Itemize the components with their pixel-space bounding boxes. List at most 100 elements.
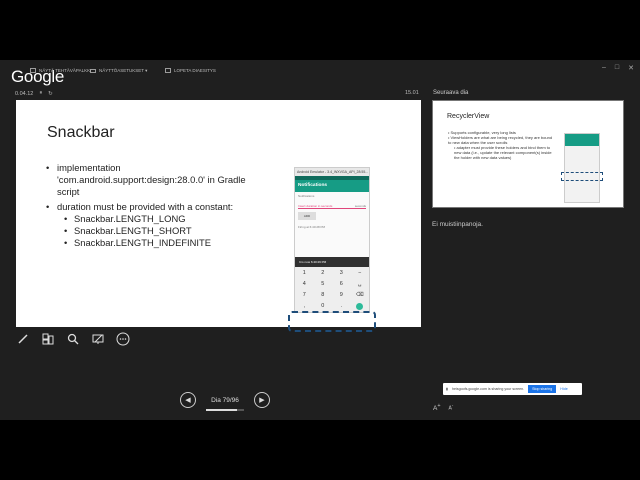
- timer-row: 0.04.12 ⏸ ↻: [15, 90, 53, 97]
- sharing-icon: ▮: [446, 387, 448, 391]
- display-tools-label: NÄYTTÖASETUKSET ▾: [99, 68, 148, 73]
- sub-bullet: • Snackbar.LENGTH_LONG: [64, 213, 266, 225]
- key: 4: [302, 280, 306, 287]
- presenter-tools: [16, 332, 130, 346]
- previous-slide-button[interactable]: ◀: [180, 392, 196, 408]
- next-sub-bullet: • adapter must provide these holders and…: [454, 145, 552, 160]
- show-taskbar-button[interactable]: NÄYTÄ TEHTÄVÄPALKKI: [30, 68, 91, 73]
- display-tools-button[interactable]: NÄYTTÖASETUKSET ▾: [90, 68, 147, 74]
- taskbar-icon: [30, 68, 36, 73]
- key: 6: [339, 280, 343, 287]
- sub-bullet: • Snackbar.LENGTH_SHORT: [64, 225, 266, 237]
- key: 1: [302, 269, 306, 276]
- bullet: • duration must be provided with a consta…: [46, 201, 266, 213]
- key: 5: [321, 280, 325, 287]
- next-highlight-box: [561, 172, 603, 181]
- key: 3: [339, 269, 343, 276]
- key: 2: [321, 269, 325, 276]
- next-slide-button[interactable]: ▶: [254, 392, 270, 408]
- end-slideshow-button[interactable]: LOPETA DIAESITYS: [165, 68, 216, 73]
- add-button: ADD: [298, 212, 316, 220]
- hide-button[interactable]: Hide: [560, 387, 567, 391]
- key: 7: [302, 291, 306, 298]
- key: .: [340, 303, 343, 309]
- maximize-icon[interactable]: □: [615, 64, 619, 72]
- sharing-text: heisgoofs.google.com is sharing your scr…: [451, 387, 525, 391]
- bullet-dot: •: [64, 237, 68, 248]
- key: ␣: [358, 280, 362, 287]
- next-bullet: • ViewHolders are what are being recycle…: [448, 135, 553, 145]
- magnifier-icon: [67, 333, 79, 345]
- next-slide-phone: [564, 133, 600, 203]
- key: 8: [321, 291, 325, 298]
- snackbar: It is now 6:40:29 PM: [295, 257, 369, 267]
- app-bar: Notifications: [295, 180, 369, 192]
- more-icon: [116, 332, 130, 346]
- phone-label: Notifications: [298, 194, 315, 198]
- end-slideshow-label: LOPETA DIAESITYS: [174, 68, 216, 73]
- clock: 15.01: [405, 90, 419, 96]
- screen-icon: [92, 334, 104, 344]
- next-slide-title: RecyclerView: [447, 113, 490, 120]
- minimize-icon[interactable]: –: [602, 64, 606, 72]
- zoom-tool[interactable]: [66, 332, 80, 346]
- sub-bullet-text: Snackbar.LENGTH_INDEFINITE: [74, 237, 212, 248]
- arrow-left-icon: ◀: [185, 397, 191, 404]
- speaker-notes: Ei muistiinpanoja.: [432, 221, 483, 228]
- bullet-dot: •: [46, 162, 50, 173]
- pen-tool[interactable]: [16, 332, 30, 346]
- slide-title: Snackbar: [47, 124, 115, 141]
- page-number: Dia 79/96: [211, 396, 239, 404]
- bullet-dot: •: [64, 213, 68, 224]
- pen-icon: [18, 334, 28, 344]
- next-slide-text: • Supports configurable, very long lists…: [448, 130, 556, 160]
- decrease-font-button[interactable]: A-: [449, 403, 454, 412]
- screen: Google NÄYTÄ TEHTÄVÄPALKKI NÄYTTÖASETUKS…: [0, 0, 640, 480]
- stop-sharing-button[interactable]: Stop sharing: [528, 385, 557, 393]
- emulator-screenshot: Android Emulator - 3.4_WXVGA_API_28:55..…: [294, 167, 370, 313]
- elapsed-time: 0.04.12: [15, 90, 34, 97]
- pause-icon[interactable]: ⏸: [39, 90, 42, 97]
- top-toolbar: Google NÄYTÄ TEHTÄVÄPALKKI NÄYTTÖASETUKS…: [0, 60, 640, 86]
- key: 0: [321, 303, 325, 309]
- display-icon: [90, 68, 96, 73]
- reset-icon[interactable]: ↻: [48, 91, 53, 97]
- slide-navigation: ◀ Dia 79/96 ▶: [180, 392, 270, 411]
- arrow-right-icon: ▶: [259, 397, 265, 404]
- bullet-text: implementation 'com.android.support:desi…: [57, 162, 246, 197]
- duration-input: Insert duration in seconds seconds: [298, 202, 366, 209]
- increase-font-button[interactable]: A+: [433, 403, 441, 412]
- more-options-tool[interactable]: [116, 332, 130, 346]
- timing-text: Firing at 6:40:28 PM: [298, 225, 326, 229]
- next-sub-bullet-text: adapter must provide these holders and b…: [454, 145, 552, 160]
- slides-overview-tool[interactable]: [41, 332, 55, 346]
- show-taskbar-label: NÄYTÄ TEHTÄVÄPALKKI: [39, 68, 92, 73]
- sub-bullet-text: Snackbar.LENGTH_LONG: [74, 213, 186, 224]
- highlight-box: [288, 311, 376, 332]
- font-size-controls: A+ A-: [433, 403, 453, 412]
- page-indicator[interactable]: Dia 79/96: [202, 396, 248, 411]
- key: ,: [303, 303, 306, 309]
- input-placeholder: Insert duration in seconds: [298, 204, 333, 208]
- next-slide-label: Seuraava dia: [433, 90, 469, 96]
- window-controls: – □ ✕: [602, 64, 634, 72]
- bullet-dot: •: [64, 225, 68, 236]
- fab-icon: [356, 302, 364, 310]
- slide-bullets: • implementation 'com.android.support:des…: [46, 162, 266, 249]
- emulator-title: Android Emulator - 3.4_WXVGA_API_28:55..…: [295, 168, 369, 176]
- bullet: • implementation 'com.android.support:des…: [46, 162, 266, 198]
- exit-icon: [165, 68, 171, 73]
- sub-bullet: • Snackbar.LENGTH_INDEFINITE: [64, 237, 266, 249]
- grid-icon: [42, 333, 54, 345]
- key: 9: [339, 291, 343, 298]
- sub-bullet-text: Snackbar.LENGTH_SHORT: [74, 225, 192, 236]
- bullet-dot: •: [46, 201, 50, 212]
- black-screen-tool[interactable]: [91, 332, 105, 346]
- bullet-text: duration must be provided with a constan…: [57, 201, 234, 212]
- current-slide: Snackbar • implementation 'com.android.su…: [16, 100, 421, 332]
- next-slide-preview[interactable]: RecyclerView • Supports configurable, ve…: [432, 100, 624, 208]
- presenter-view: Google NÄYTÄ TEHTÄVÄPALKKI NÄYTTÖASETUKS…: [0, 60, 640, 420]
- close-icon[interactable]: ✕: [628, 64, 634, 72]
- key: −: [358, 269, 362, 276]
- key: ⌫: [355, 291, 364, 298]
